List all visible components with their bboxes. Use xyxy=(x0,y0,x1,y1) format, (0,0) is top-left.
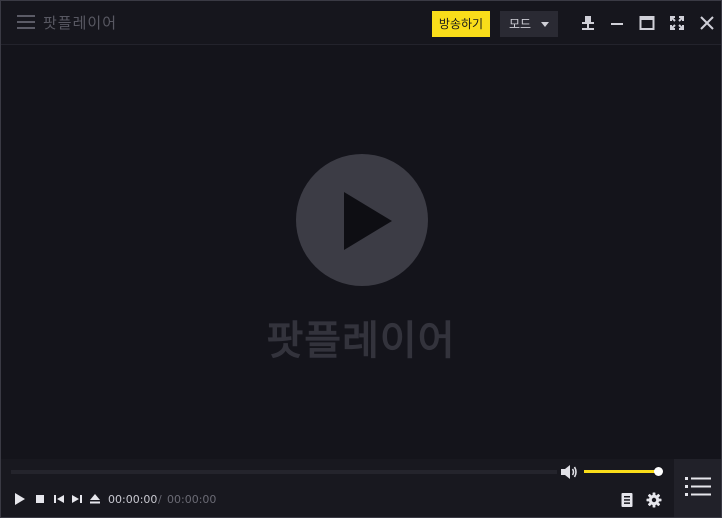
volume-level xyxy=(584,470,658,473)
previous-button[interactable] xyxy=(51,491,67,507)
eject-icon xyxy=(90,494,100,504)
title-bar[interactable]: 팟플레이어 방송하기 모드 xyxy=(1,1,721,45)
skip-previous-icon xyxy=(54,495,64,503)
play-icon xyxy=(15,493,25,505)
skip-next-icon xyxy=(72,495,82,503)
app-title: 팟플레이어 xyxy=(43,14,118,32)
next-button[interactable] xyxy=(69,491,85,507)
fullscreen-icon[interactable] xyxy=(667,13,687,33)
mode-dropdown[interactable]: 모드 xyxy=(500,11,558,37)
eject-button[interactable] xyxy=(87,491,103,507)
stop-button[interactable] xyxy=(32,491,48,507)
chevron-down-icon xyxy=(541,22,549,27)
volume-slider[interactable] xyxy=(584,467,663,476)
big-play-button[interactable] xyxy=(296,154,428,286)
pin-icon[interactable] xyxy=(578,13,598,33)
logo-text: 팟플레이어 xyxy=(266,318,456,364)
time-separator: / xyxy=(158,493,162,506)
stop-icon xyxy=(36,495,44,503)
seek-bar[interactable] xyxy=(11,470,557,474)
broadcast-button[interactable]: 방송하기 xyxy=(432,11,490,37)
play-icon xyxy=(344,192,392,250)
hamburger-menu-icon[interactable] xyxy=(17,14,35,30)
volume-knob[interactable] xyxy=(654,467,663,476)
volume-icon[interactable] xyxy=(559,462,579,482)
total-time: 00:00:00 xyxy=(167,493,217,506)
playlist-button[interactable] xyxy=(674,459,721,517)
chapter-list-icon[interactable] xyxy=(619,492,635,508)
control-bar: 00:00:00 / 00:00:00 xyxy=(1,459,721,517)
maximize-icon[interactable] xyxy=(637,13,657,33)
playlist-icon xyxy=(685,477,711,496)
potplayer-window: 팟플레이어 방송하기 모드 팟플레이어 00:00:00 / 00:00:00 xyxy=(0,0,722,518)
gear-icon[interactable] xyxy=(646,492,662,508)
minimize-icon[interactable] xyxy=(607,13,627,33)
current-time: 00:00:00 xyxy=(108,493,158,506)
mode-label: 모드 xyxy=(509,17,532,31)
play-button[interactable] xyxy=(12,491,28,507)
close-icon[interactable] xyxy=(697,13,717,33)
video-area[interactable]: 팟플레이어 xyxy=(1,46,721,459)
